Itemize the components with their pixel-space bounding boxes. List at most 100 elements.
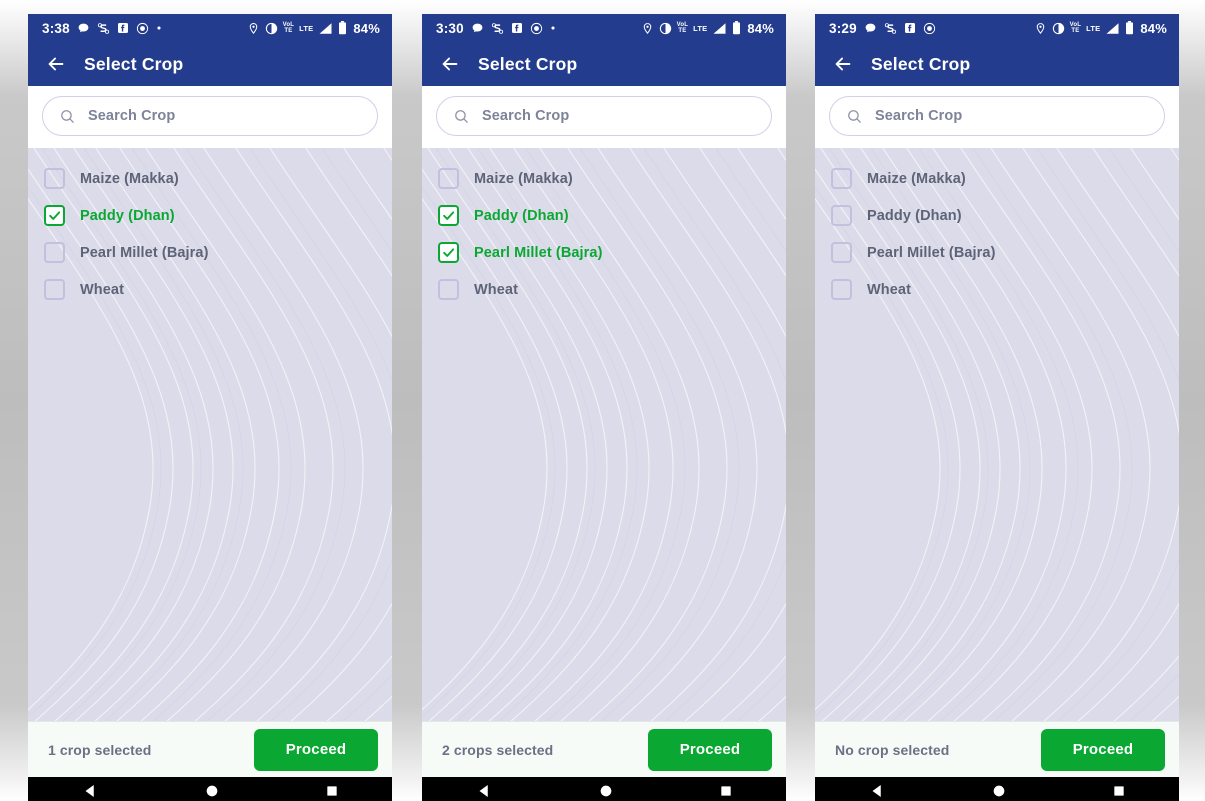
phone-screenshot-row: 3:38 VoL TE LTE 84% Select Crop Search C… <box>0 0 1205 801</box>
arrow-left-icon[interactable] <box>44 52 68 76</box>
location-pin-icon <box>247 22 260 35</box>
crop-list-item[interactable]: Paddy (Dhan) <box>422 197 786 234</box>
app-bar: Select Crop <box>28 42 392 86</box>
crop-checkbox[interactable] <box>44 279 65 300</box>
nav-recents-square-icon[interactable] <box>325 784 339 798</box>
phone-panel-2: 3:30 VoL TE LTE 84% Select Crop Search C… <box>422 14 786 801</box>
search-section: Search Crop <box>815 86 1179 148</box>
facebook-icon <box>904 22 916 34</box>
volte-icon: VoL TE <box>1069 22 1082 34</box>
nav-home-circle-icon[interactable] <box>598 783 614 799</box>
nav-back-triangle-icon[interactable] <box>81 782 99 800</box>
crop-label: Maize (Makka) <box>80 170 179 187</box>
target-icon <box>923 22 936 35</box>
crop-list-item[interactable]: Wheat <box>422 271 786 308</box>
crop-list-item[interactable]: Paddy (Dhan) <box>815 197 1179 234</box>
crop-label: Paddy (Dhan) <box>867 207 962 224</box>
search-placeholder: Search Crop <box>88 108 176 124</box>
crop-list-item[interactable]: Maize (Makka) <box>28 160 392 197</box>
signal-bars-icon <box>712 22 727 35</box>
crop-checkbox[interactable] <box>44 168 65 189</box>
volte-icon: VoL TE <box>282 22 295 34</box>
dot-icon <box>156 25 162 31</box>
location-pin-icon <box>1034 22 1047 35</box>
crop-label: Wheat <box>80 281 124 298</box>
arrow-left-icon[interactable] <box>831 52 855 76</box>
skype-icon <box>884 22 897 35</box>
crop-list-area: Maize (Makka) Paddy (Dhan) Pearl Millet … <box>28 148 392 721</box>
search-input[interactable]: Search Crop <box>829 96 1165 136</box>
search-input[interactable]: Search Crop <box>42 96 378 136</box>
crop-checkbox[interactable] <box>831 242 852 263</box>
arrow-left-icon[interactable] <box>438 52 462 76</box>
selection-footer: 1 crop selected Proceed <box>28 721 392 777</box>
crop-checkbox[interactable] <box>44 242 65 263</box>
crop-checkbox[interactable] <box>438 205 459 226</box>
crop-list-item[interactable]: Maize (Makka) <box>815 160 1179 197</box>
crop-checkbox[interactable] <box>44 205 65 226</box>
crop-checkbox[interactable] <box>831 279 852 300</box>
crop-label: Paddy (Dhan) <box>474 207 569 224</box>
volte-icon: VoL TE <box>676 22 689 34</box>
nav-recents-square-icon[interactable] <box>1112 784 1126 798</box>
message-bubble-icon <box>471 22 484 35</box>
status-time: 3:30 <box>436 20 464 36</box>
crop-label: Pearl Millet (Bajra) <box>867 244 996 261</box>
nav-home-circle-icon[interactable] <box>991 783 1007 799</box>
crop-list-item[interactable]: Paddy (Dhan) <box>28 197 392 234</box>
crop-list-item[interactable]: Pearl Millet (Bajra) <box>422 234 786 271</box>
location-pin-icon <box>641 22 654 35</box>
android-nav-bar <box>422 777 786 801</box>
search-input[interactable]: Search Crop <box>436 96 772 136</box>
selection-footer: 2 crops selected Proceed <box>422 721 786 777</box>
phone-panel-1: 3:38 VoL TE LTE 84% Select Crop Search C… <box>28 14 392 801</box>
lte-icon: LTE <box>693 23 708 33</box>
crop-list-item[interactable]: Maize (Makka) <box>422 160 786 197</box>
lte-icon: LTE <box>1086 23 1101 33</box>
crop-list-item[interactable]: Wheat <box>815 271 1179 308</box>
target-icon <box>136 22 149 35</box>
crop-list-item[interactable]: Wheat <box>28 271 392 308</box>
search-section: Search Crop <box>28 86 392 148</box>
do-not-disturb-icon <box>659 22 672 35</box>
crop-checkbox[interactable] <box>438 279 459 300</box>
status-bar: 3:29 VoL TE LTE 84% <box>815 14 1179 42</box>
nav-back-triangle-icon[interactable] <box>868 782 886 800</box>
selected-count-label: 1 crop selected <box>48 741 152 758</box>
app-bar: Select Crop <box>422 42 786 86</box>
nav-back-triangle-icon[interactable] <box>475 782 493 800</box>
crop-checkbox[interactable] <box>831 205 852 226</box>
crop-label: Wheat <box>867 281 911 298</box>
crop-list-area: Maize (Makka) Paddy (Dhan) Pearl Millet … <box>422 148 786 721</box>
nav-home-circle-icon[interactable] <box>204 783 220 799</box>
signal-bars-icon <box>1105 22 1120 35</box>
nav-recents-square-icon[interactable] <box>719 784 733 798</box>
search-placeholder: Search Crop <box>482 108 570 124</box>
android-nav-bar <box>815 777 1179 801</box>
crop-checkbox[interactable] <box>438 242 459 263</box>
message-bubble-icon <box>77 22 90 35</box>
battery-icon <box>338 21 347 35</box>
message-bubble-icon <box>864 22 877 35</box>
target-icon <box>530 22 543 35</box>
crop-checkbox[interactable] <box>438 168 459 189</box>
android-nav-bar <box>28 777 392 801</box>
page-title: Select Crop <box>478 53 578 74</box>
proceed-button[interactable]: Proceed <box>648 728 772 771</box>
crop-list: Maize (Makka) Paddy (Dhan) Pearl Millet … <box>28 148 392 308</box>
crop-list: Maize (Makka) Paddy (Dhan) Pearl Millet … <box>422 148 786 308</box>
crop-list-item[interactable]: Pearl Millet (Bajra) <box>28 234 392 271</box>
phone-panel-3: 3:29 VoL TE LTE 84% Select Crop Search C… <box>815 14 1179 801</box>
proceed-button[interactable]: Proceed <box>254 728 378 771</box>
do-not-disturb-icon <box>265 22 278 35</box>
skype-icon <box>491 22 504 35</box>
crop-checkbox[interactable] <box>831 168 852 189</box>
search-icon <box>59 108 76 125</box>
search-placeholder: Search Crop <box>875 108 963 124</box>
status-bar: 3:30 VoL TE LTE 84% <box>422 14 786 42</box>
proceed-button[interactable]: Proceed <box>1041 728 1165 771</box>
battery-percent: 84% <box>1140 20 1167 36</box>
app-bar: Select Crop <box>815 42 1179 86</box>
crop-list-item[interactable]: Pearl Millet (Bajra) <box>815 234 1179 271</box>
crop-list: Maize (Makka) Paddy (Dhan) Pearl Millet … <box>815 148 1179 308</box>
